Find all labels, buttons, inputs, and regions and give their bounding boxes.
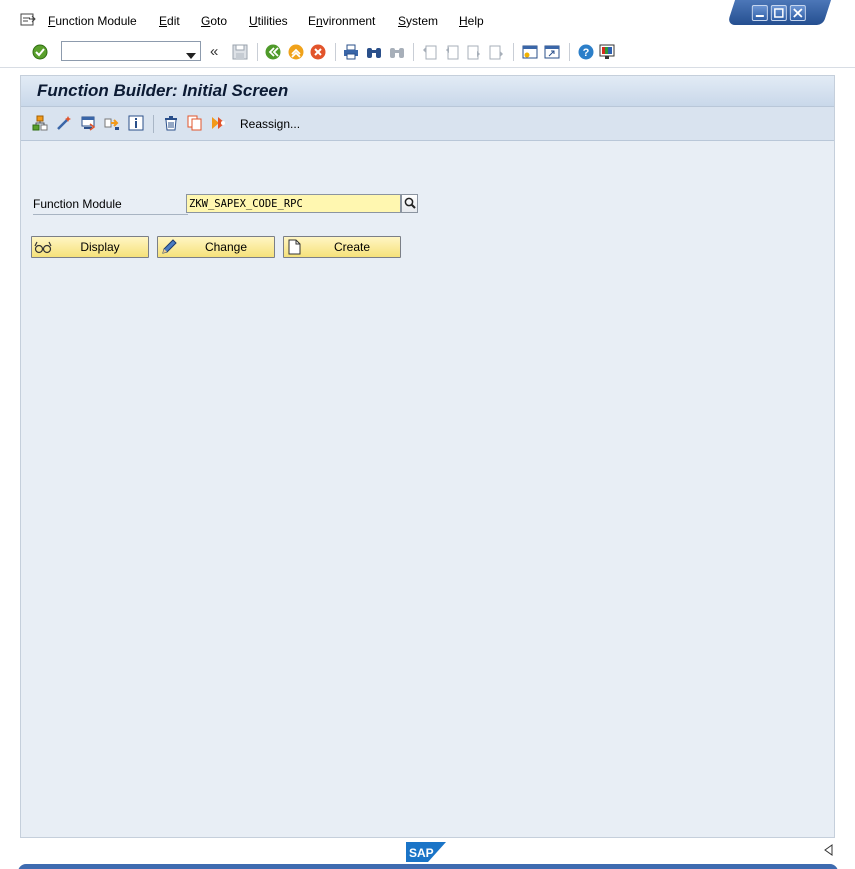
svg-text:?: ? — [583, 47, 590, 59]
copy-icon[interactable] — [187, 115, 203, 131]
menu-bar: Function Module Edit Goto Utilities Envi… — [0, 0, 855, 36]
toolbar-separator — [335, 43, 336, 61]
menu-utilities[interactable]: Utilities — [249, 14, 288, 28]
svg-text:SAP: SAP — [409, 846, 434, 860]
info-icon[interactable] — [128, 115, 144, 131]
application-toolbar: Reassign... — [21, 107, 834, 141]
double-chevron-left-icon[interactable]: « — [210, 43, 218, 60]
delete-icon[interactable] — [163, 115, 179, 131]
status-expand-icon[interactable] — [823, 844, 833, 859]
status-bar — [18, 864, 838, 869]
command-input[interactable] — [62, 42, 182, 60]
magic-wand-icon[interactable] — [56, 115, 72, 131]
minimize-icon[interactable] — [752, 4, 768, 21]
menu-function-module[interactable]: Function Module — [48, 14, 137, 28]
menu-edit[interactable]: Edit — [159, 14, 180, 28]
title-bar: Function Builder: Initial Screen — [21, 76, 834, 107]
next-page-icon[interactable] — [466, 44, 482, 60]
cancel-icon[interactable] — [310, 44, 326, 60]
save-icon[interactable] — [232, 44, 248, 60]
toolbar-separator — [413, 43, 414, 61]
toolbar-separator — [569, 43, 570, 61]
test-icon[interactable] — [80, 115, 96, 131]
menu-exit-icon[interactable] — [20, 13, 36, 27]
hierarchy-icon[interactable] — [32, 115, 48, 131]
previous-page-icon[interactable] — [444, 44, 460, 60]
chevron-down-icon[interactable] — [186, 48, 196, 62]
page-title: Function Builder: Initial Screen — [37, 81, 289, 100]
sap-logo: SAP — [406, 842, 446, 865]
where-used-icon[interactable] — [104, 115, 120, 131]
help-icon[interactable]: ? — [578, 44, 594, 60]
enter-icon[interactable] — [32, 44, 48, 60]
create-button[interactable]: Create — [283, 236, 401, 258]
find-next-icon[interactable] — [389, 44, 405, 60]
first-page-icon[interactable] — [422, 44, 438, 60]
function-module-input[interactable] — [186, 194, 401, 213]
function-module-label: Function Module — [33, 197, 188, 215]
close-icon[interactable] — [790, 4, 806, 21]
rename-icon[interactable] — [211, 115, 227, 131]
find-icon[interactable] — [366, 44, 382, 60]
last-page-icon[interactable] — [488, 44, 504, 60]
display-button[interactable]: Display — [31, 236, 149, 258]
menu-goto[interactable]: Goto — [201, 14, 227, 28]
standard-toolbar: « ? — [0, 36, 855, 68]
window-controls — [726, 0, 832, 25]
exit-icon[interactable] — [288, 44, 304, 60]
print-icon[interactable] — [343, 44, 359, 60]
toolbar-separator — [153, 115, 154, 133]
menu-environment[interactable]: Environment — [308, 14, 375, 28]
customize-layout-icon[interactable] — [599, 44, 615, 60]
menu-help[interactable]: Help — [459, 14, 484, 28]
search-icon — [404, 197, 416, 209]
menu-system[interactable]: System — [398, 14, 438, 28]
value-help-button[interactable] — [401, 194, 418, 213]
create-session-icon[interactable] — [522, 44, 538, 60]
reassign-button[interactable]: Reassign... — [240, 117, 300, 131]
change-button[interactable]: Change — [157, 236, 275, 258]
toolbar-separator — [513, 43, 514, 61]
toolbar-separator — [257, 43, 258, 61]
maximize-icon[interactable] — [771, 4, 787, 21]
shortcut-icon[interactable] — [544, 44, 560, 60]
screen-area: Function Builder: Initial Screen Reassig… — [20, 75, 835, 838]
command-field[interactable] — [61, 41, 201, 61]
back-icon[interactable] — [265, 44, 281, 60]
